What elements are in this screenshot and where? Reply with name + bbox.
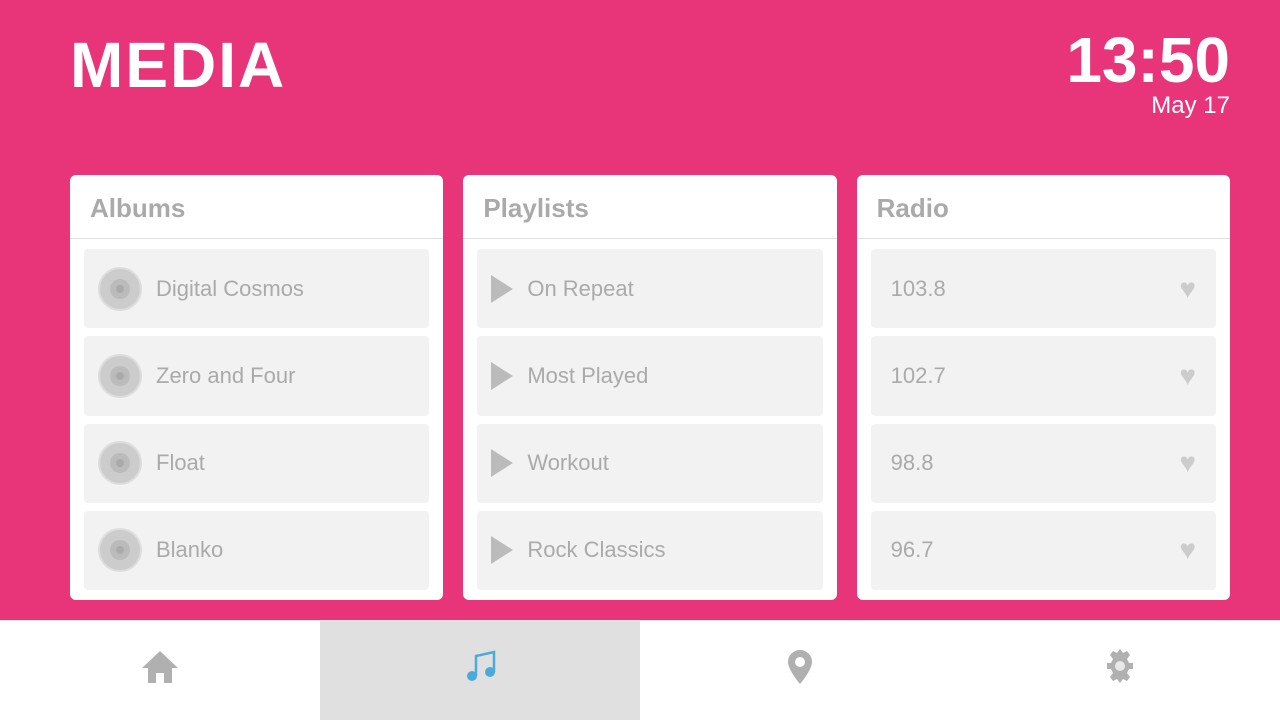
- list-item[interactable]: Blanko: [84, 511, 429, 590]
- list-item[interactable]: Rock Classics: [477, 511, 822, 590]
- header: MEDIA 13:50 May 17: [0, 0, 1280, 165]
- radio-panel-header: Radio: [857, 175, 1230, 239]
- playlist-name: Most Played: [527, 363, 648, 389]
- radio-frequency: 103.8: [891, 276, 946, 302]
- list-item[interactable]: Most Played: [477, 336, 822, 415]
- nav-settings[interactable]: [960, 621, 1280, 720]
- list-item[interactable]: 102.7 ♥: [871, 336, 1216, 415]
- play-icon: [491, 275, 513, 303]
- album-disc-icon: [98, 528, 142, 572]
- radio-title: Radio: [877, 193, 949, 223]
- radio-list: 103.8 ♥ 102.7 ♥ 98.8 ♥ 96.7 ♥: [857, 239, 1230, 600]
- albums-list: Digital Cosmos Zero and Four: [70, 239, 443, 600]
- radio-frequency: 96.7: [891, 537, 934, 563]
- page-title: MEDIA: [70, 28, 286, 102]
- list-item[interactable]: Zero and Four: [84, 336, 429, 415]
- playlists-panel-header: Playlists: [463, 175, 836, 239]
- favorite-icon[interactable]: ♥: [1179, 447, 1196, 479]
- playlist-name: On Repeat: [527, 276, 633, 302]
- albums-panel: Albums Digital Cosmos: [70, 175, 443, 600]
- nav-home[interactable]: [0, 621, 320, 720]
- music-icon: [460, 646, 500, 696]
- playlist-name: Rock Classics: [527, 537, 665, 563]
- albums-title: Albums: [90, 193, 185, 223]
- list-item[interactable]: 103.8 ♥: [871, 249, 1216, 328]
- current-date: May 17: [1066, 92, 1230, 120]
- play-icon: [491, 449, 513, 477]
- radio-frequency: 102.7: [891, 363, 946, 389]
- album-name: Blanko: [156, 537, 223, 563]
- albums-panel-header: Albums: [70, 175, 443, 239]
- list-item[interactable]: Workout: [477, 424, 822, 503]
- clock-area: 13:50 May 17: [1066, 28, 1230, 120]
- album-name: Float: [156, 450, 205, 476]
- gear-icon: [1100, 646, 1140, 696]
- radio-frequency: 98.8: [891, 450, 934, 476]
- list-item[interactable]: On Repeat: [477, 249, 822, 328]
- playlist-name: Workout: [527, 450, 609, 476]
- nav-music[interactable]: [320, 621, 640, 720]
- play-icon: [491, 362, 513, 390]
- album-disc-icon: [98, 267, 142, 311]
- bottom-navigation: [0, 620, 1280, 720]
- playlists-list: On Repeat Most Played Workout Rock Class…: [463, 239, 836, 600]
- favorite-icon[interactable]: ♥: [1179, 534, 1196, 566]
- current-time: 13:50: [1066, 28, 1230, 92]
- main-content: Albums Digital Cosmos: [0, 165, 1280, 620]
- album-name: Digital Cosmos: [156, 276, 304, 302]
- nav-location[interactable]: [640, 621, 960, 720]
- album-name: Zero and Four: [156, 363, 295, 389]
- play-icon: [491, 536, 513, 564]
- list-item[interactable]: 98.8 ♥: [871, 424, 1216, 503]
- home-icon: [140, 646, 180, 696]
- location-icon: [780, 646, 820, 696]
- favorite-icon[interactable]: ♥: [1179, 360, 1196, 392]
- list-item[interactable]: 96.7 ♥: [871, 511, 1216, 590]
- list-item[interactable]: Digital Cosmos: [84, 249, 429, 328]
- playlists-panel: Playlists On Repeat Most Played Workout …: [463, 175, 836, 600]
- album-disc-icon: [98, 354, 142, 398]
- playlists-title: Playlists: [483, 193, 589, 223]
- favorite-icon[interactable]: ♥: [1179, 273, 1196, 305]
- radio-panel: Radio 103.8 ♥ 102.7 ♥ 98.8 ♥ 96.7 ♥: [857, 175, 1230, 600]
- album-disc-icon: [98, 441, 142, 485]
- list-item[interactable]: Float: [84, 424, 429, 503]
